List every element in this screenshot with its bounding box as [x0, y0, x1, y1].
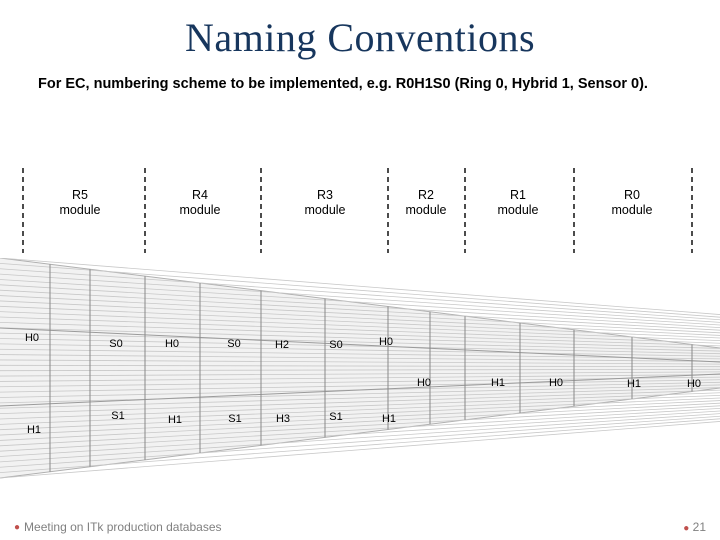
page-number: 21	[693, 520, 706, 534]
hybrid-sensor-label: S1	[228, 413, 241, 425]
hybrid-sensor-label: H1	[382, 413, 396, 425]
hybrid-sensor-label: H1	[27, 424, 41, 436]
hybrid-sensor-label: H0	[417, 377, 431, 389]
hybrid-sensor-label: S1	[329, 411, 342, 423]
hybrid-sensor-label: H1	[491, 377, 505, 389]
footer-bullet-icon: ●	[14, 522, 20, 533]
hybrid-sensor-label: H0	[549, 377, 563, 389]
hybrid-sensor-label: S0	[109, 338, 122, 350]
hybrid-sensor-label: H0	[687, 378, 701, 390]
slide-title: Naming Conventions	[0, 0, 720, 61]
slide: Naming Conventions For EC, numbering sch…	[0, 0, 720, 540]
hybrid-sensor-label: H0	[165, 338, 179, 350]
hybrid-sensor-label: H2	[275, 339, 289, 351]
footer-text: Meeting on ITk production databases	[24, 520, 221, 534]
naming-diagram: R5moduleR4moduleR3moduleR2moduleR1module…	[0, 158, 720, 498]
hybrid-sensor-label: H0	[379, 336, 393, 348]
hybrid-sensor-label: H3	[276, 413, 290, 425]
footer: ● Meeting on ITk production databases ● …	[0, 514, 720, 540]
hybrid-sensor-label: H1	[168, 414, 182, 426]
hybrid-sensor-label: S0	[227, 338, 240, 350]
footer-left: ● Meeting on ITk production databases	[14, 520, 222, 534]
hybrid-sensor-label: S0	[329, 339, 342, 351]
intro-text: For EC, numbering scheme to be implement…	[0, 61, 720, 95]
page-bullet-icon: ●	[683, 523, 689, 534]
hybrid-sensor-label: H1	[627, 378, 641, 390]
boundaries-svg	[0, 158, 720, 498]
hybrid-sensor-label: S1	[111, 410, 124, 422]
footer-right: ● 21	[683, 520, 706, 534]
hybrid-sensor-label: H0	[25, 332, 39, 344]
